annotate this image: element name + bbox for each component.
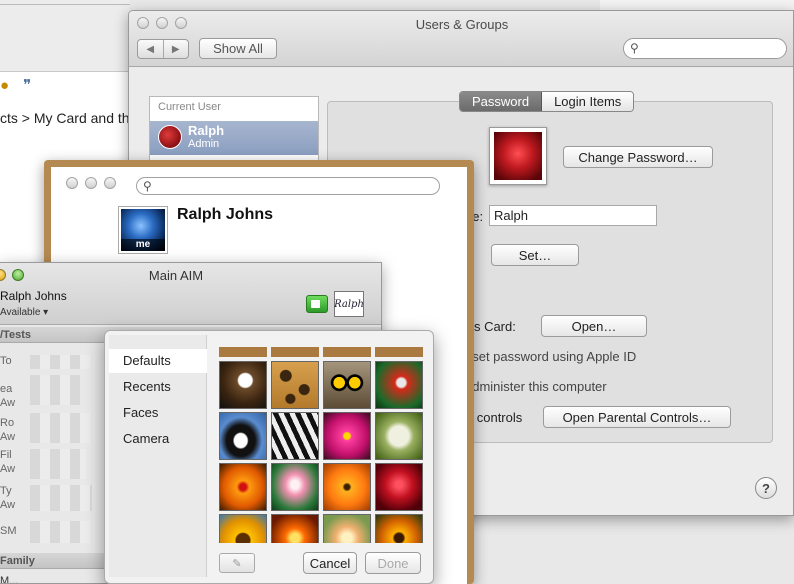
picture-tile-zebra[interactable] bbox=[271, 412, 319, 460]
picture-tile-poppy[interactable] bbox=[323, 463, 371, 511]
breadcrumb: cts > My Card and th bbox=[0, 110, 130, 126]
card-close-button[interactable] bbox=[66, 177, 78, 189]
blurred-buddy bbox=[30, 485, 92, 511]
buddy-fragment: Aw bbox=[0, 463, 16, 475]
buddy-fragment: M... bbox=[0, 575, 19, 584]
category-camera[interactable]: Camera bbox=[109, 427, 207, 451]
rose-image bbox=[494, 132, 542, 180]
search-input[interactable]: ⚲ bbox=[623, 38, 787, 59]
administer-checkbox-label[interactable]: administer this computer bbox=[465, 379, 607, 394]
category-faces[interactable]: Faces bbox=[109, 401, 207, 425]
partial-row bbox=[219, 347, 423, 357]
done-button[interactable]: Done bbox=[365, 552, 421, 574]
blurred-buddy bbox=[30, 413, 90, 443]
blurred-buddy bbox=[30, 355, 90, 369]
edit-pencil-button[interactable]: ✎ bbox=[219, 553, 255, 573]
star-icon[interactable]: ● bbox=[0, 77, 9, 94]
buddy-fragment: Aw bbox=[0, 397, 16, 409]
background-toolbar bbox=[0, 0, 130, 72]
buddy-fragment: To bbox=[0, 355, 12, 367]
user-list-item-ralph[interactable]: Ralph Admin bbox=[150, 121, 318, 155]
blurred-buddy bbox=[30, 375, 80, 405]
picture-tile-yellow-daisy[interactable] bbox=[375, 514, 423, 543]
search-icon: ⚲ bbox=[630, 41, 639, 55]
screen-name: Ralph Johns bbox=[0, 289, 67, 303]
earth-image: me bbox=[121, 209, 165, 251]
picture-tile-pink-flower[interactable] bbox=[323, 412, 371, 460]
picture-tile-yellow-rose[interactable] bbox=[323, 514, 371, 543]
picture-tile-flame-flower[interactable] bbox=[271, 514, 319, 543]
help-button[interactable]: ? bbox=[755, 477, 777, 499]
picture-tile-ladybug[interactable] bbox=[219, 463, 267, 511]
show-all-button[interactable]: Show All bbox=[199, 38, 277, 59]
buddy-fragment: Aw bbox=[0, 431, 16, 443]
back-arrow-icon[interactable]: ◀ bbox=[138, 40, 164, 58]
user-role: Admin bbox=[188, 138, 220, 150]
user-avatar bbox=[158, 125, 182, 149]
open-contacts-button[interactable]: Open… bbox=[541, 315, 647, 337]
tab-bar: Password Login Items bbox=[459, 91, 635, 112]
category-recents[interactable]: Recents bbox=[109, 375, 207, 399]
tab-login-items[interactable]: Login Items bbox=[542, 92, 634, 111]
picture-tile-owl[interactable] bbox=[323, 361, 371, 409]
full-name-field[interactable]: Ralph bbox=[489, 205, 657, 226]
forward-arrow-icon[interactable]: ▶ bbox=[164, 40, 189, 58]
card-zoom-button[interactable] bbox=[104, 177, 116, 189]
buddy-icon-button[interactable]: Ralph bbox=[334, 291, 364, 317]
aim-title: Main AIM bbox=[148, 268, 204, 283]
cancel-button[interactable]: Cancel bbox=[303, 552, 357, 574]
card-search-input[interactable]: ⚲ bbox=[136, 177, 440, 195]
buddy-fragment: Aw bbox=[0, 499, 16, 511]
buddy-fragment: Ro bbox=[0, 417, 15, 429]
reset-password-checkbox-label[interactable]: eset password using Apple ID bbox=[465, 349, 636, 364]
buddy-fragment: SM bbox=[0, 525, 17, 537]
card-minimize-button[interactable] bbox=[85, 177, 97, 189]
buddy-fragment: Ty bbox=[0, 485, 12, 497]
open-parental-controls-button[interactable]: Open Parental Controls… bbox=[543, 406, 731, 428]
background-toolbar-icons: ● ❞ bbox=[0, 76, 31, 94]
back-forward-buttons: ◀ ▶ bbox=[137, 39, 189, 59]
picture-tile-red-rose[interactable] bbox=[375, 463, 423, 511]
window-title: Users & Groups bbox=[415, 17, 509, 32]
picture-tile-penguin[interactable] bbox=[219, 412, 267, 460]
blurred-buddy bbox=[30, 521, 90, 543]
aim-titlebar: Main AIM Ralph Johns Available ▾ Ralph bbox=[0, 263, 381, 325]
picture-grid bbox=[219, 347, 423, 543]
speech-bubble-icon[interactable]: ❞ bbox=[23, 77, 31, 94]
picture-tile-eagle[interactable] bbox=[219, 361, 267, 409]
users-groups-titlebar: Users & Groups ◀ ▶ Show All ⚲ bbox=[129, 11, 793, 67]
user-name: Ralph bbox=[188, 123, 225, 138]
picture-tile-lotus[interactable] bbox=[271, 463, 319, 511]
buddy-fragment: Fil bbox=[0, 449, 12, 461]
video-chat-icon[interactable] bbox=[306, 295, 328, 313]
set-button[interactable]: Set… bbox=[491, 244, 579, 266]
card-window-controls bbox=[66, 177, 116, 189]
user-picture[interactable] bbox=[489, 127, 547, 185]
category-defaults[interactable]: Defaults bbox=[109, 349, 207, 373]
picture-tile-dandelion[interactable] bbox=[375, 412, 423, 460]
user-list: Current User Ralph Admin bbox=[149, 96, 319, 166]
change-password-button[interactable]: Change Password… bbox=[563, 146, 713, 168]
blurred-buddy bbox=[30, 449, 86, 479]
me-badge: me bbox=[121, 239, 165, 251]
picture-picker-popover: Defaults Recents Faces Camera ✎ Cancel D… bbox=[104, 330, 434, 584]
buddy-fragment: ea bbox=[0, 383, 13, 395]
search-icon: ⚲ bbox=[143, 179, 152, 193]
tab-password[interactable]: Password bbox=[460, 92, 543, 111]
picture-tile-sunflower[interactable] bbox=[219, 514, 267, 543]
user-list-header: Current User bbox=[158, 101, 221, 113]
card-picture[interactable]: me bbox=[118, 206, 168, 254]
status-menu[interactable]: Available ▾ bbox=[0, 307, 48, 318]
picture-tile-leopard[interactable] bbox=[271, 361, 319, 409]
picture-categories: Defaults Recents Faces Camera bbox=[109, 335, 207, 577]
picture-tile-parrot[interactable] bbox=[375, 361, 423, 409]
contact-name: Ralph Johns bbox=[177, 206, 274, 223]
